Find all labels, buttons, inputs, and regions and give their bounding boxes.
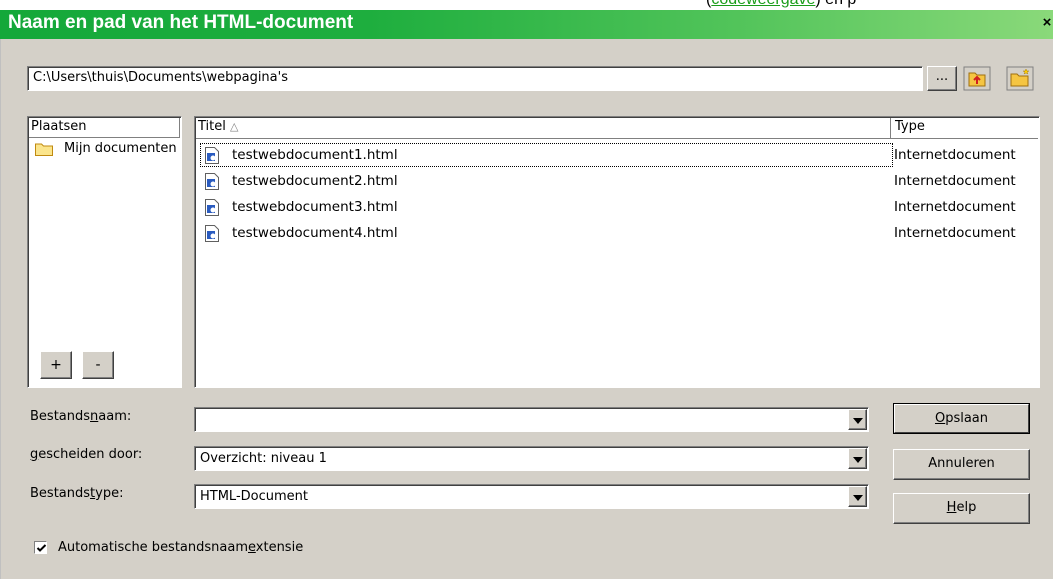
new-folder-icon xyxy=(1006,66,1034,91)
file-row[interactable]: testwebdocument1.html Internetdocument xyxy=(200,143,1038,167)
file-type-label: Bestandstype: xyxy=(30,486,124,501)
save-button-face: Opslaan xyxy=(894,404,1029,433)
new-folder-button[interactable] xyxy=(1006,66,1034,91)
place-item-my-documents[interactable]: Mijn documenten xyxy=(33,141,183,159)
background-text-after: ) en p xyxy=(815,0,856,8)
place-item-label: Mijn documenten xyxy=(64,141,177,156)
chevron-down-icon[interactable] xyxy=(848,409,867,430)
folder-up-icon xyxy=(963,66,991,91)
save-button[interactable]: Opslaan xyxy=(893,403,1030,434)
remove-place-button[interactable]: - xyxy=(82,351,114,379)
file-type-value: HTML-Document xyxy=(200,489,308,504)
sort-ascending-icon: △ xyxy=(230,120,239,133)
html-document-icon xyxy=(205,147,219,164)
browse-button[interactable]: ... xyxy=(927,66,957,91)
file-name: testwebdocument4.html xyxy=(232,225,398,241)
file-name: testwebdocument3.html xyxy=(232,199,398,215)
separated-by-label: gescheiden door: xyxy=(30,447,143,462)
separated-by-value: Overzicht: niveau 1 xyxy=(200,451,327,466)
file-list-header: Titel △ Type xyxy=(196,118,1038,139)
dialog-title: Naam en pad van het HTML-document xyxy=(8,12,354,33)
separated-by-combo[interactable]: Overzicht: niveau 1 xyxy=(194,446,869,471)
chevron-down-icon[interactable] xyxy=(848,486,867,507)
file-row[interactable]: testwebdocument3.html Internetdocument xyxy=(200,195,1038,219)
auto-extension-label: Automatische bestandsnaamextensie xyxy=(58,540,304,555)
file-type: Internetdocument xyxy=(894,147,1016,163)
file-name: testwebdocument1.html xyxy=(232,147,398,163)
background-link[interactable]: codeweergave xyxy=(711,0,815,8)
column-type[interactable]: Type xyxy=(895,119,925,134)
column-title-label: Titel xyxy=(198,119,226,134)
file-type: Internetdocument xyxy=(894,199,1016,215)
cancel-button[interactable]: Annuleren xyxy=(893,449,1030,480)
checkbox-box[interactable] xyxy=(34,541,47,554)
close-button[interactable]: × xyxy=(1039,15,1053,31)
background-text: (codeweergave) en p xyxy=(706,0,856,9)
file-list: Titel △ Type testwebdocument1.html Inter… xyxy=(194,116,1040,388)
filename-combo[interactable] xyxy=(194,407,869,432)
path-value: C:\Users\thuis\Documents\webpagina's xyxy=(33,70,288,85)
html-document-icon xyxy=(205,225,219,242)
checkmark-icon xyxy=(36,544,47,552)
filename-label: Bestandsnaam: xyxy=(30,409,132,424)
file-name: testwebdocument2.html xyxy=(232,173,398,189)
file-row[interactable]: testwebdocument4.html Internetdocument xyxy=(200,221,1038,245)
file-type-combo[interactable]: HTML-Document xyxy=(194,484,869,509)
file-type: Internetdocument xyxy=(894,225,1016,241)
places-panel: Plaatsen Mijn documenten xyxy=(27,116,182,388)
path-field[interactable]: C:\Users\thuis\Documents\webpagina's xyxy=(27,66,923,91)
column-title[interactable]: Titel △ xyxy=(198,119,238,134)
folder-icon xyxy=(35,143,53,156)
html-document-icon xyxy=(205,199,219,216)
column-separator[interactable] xyxy=(890,118,891,138)
up-one-level-button[interactable] xyxy=(963,66,991,91)
places-header[interactable]: Plaatsen xyxy=(29,118,180,138)
add-place-button[interactable]: + xyxy=(40,351,72,379)
places-header-label: Plaatsen xyxy=(31,119,87,134)
html-document-icon xyxy=(205,173,219,190)
chevron-down-icon[interactable] xyxy=(848,448,867,469)
background-page: (codeweergave) en p xyxy=(0,0,1053,10)
file-row[interactable]: testwebdocument2.html Internetdocument xyxy=(200,169,1038,193)
help-button[interactable]: Help xyxy=(893,493,1030,524)
dialog-titlebar[interactable]: Naam en pad van het HTML-document xyxy=(0,10,1053,39)
file-type: Internetdocument xyxy=(894,173,1016,189)
